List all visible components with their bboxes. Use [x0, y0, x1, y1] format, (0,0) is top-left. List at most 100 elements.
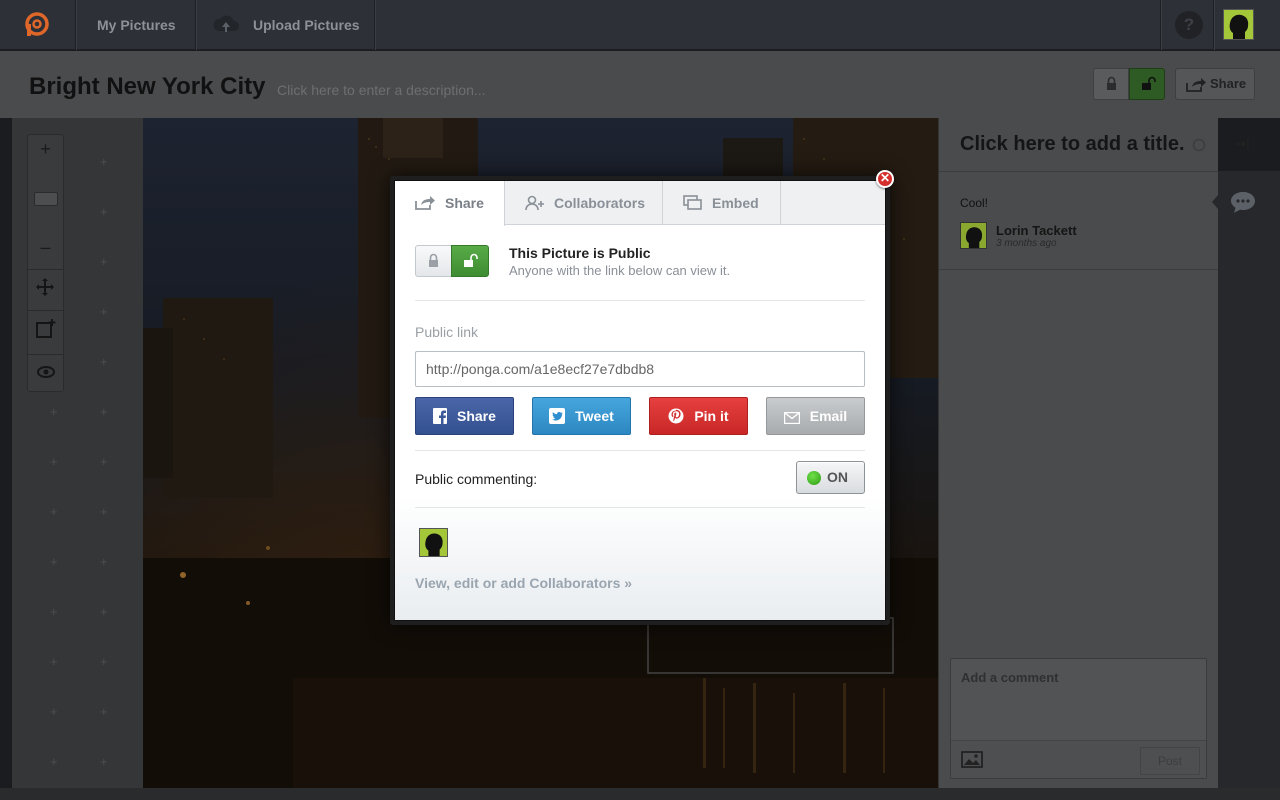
- tab-collaborators-label: Collaborators: [554, 195, 646, 211]
- panel-title[interactable]: Click here to add a title.: [960, 133, 1185, 156]
- grid-marker: +: [100, 754, 108, 769]
- post-button[interactable]: Post: [1140, 747, 1200, 775]
- pan-tool-button[interactable]: [28, 269, 63, 303]
- manage-collaborators-link[interactable]: View, edit or add Collaborators »: [415, 575, 632, 591]
- public-commenting-toggle[interactable]: ON: [796, 461, 865, 494]
- collapse-panel-icon[interactable]: [1236, 138, 1250, 150]
- divider: [374, 0, 375, 50]
- add-frame-icon: [36, 319, 56, 338]
- public-link-field[interactable]: [415, 351, 865, 387]
- commenter-name[interactable]: Lorin Tackett: [996, 223, 1077, 238]
- tab-embed[interactable]: Embed: [663, 181, 781, 225]
- comment-text: Cool!: [960, 196, 989, 210]
- zoom-slider-handle[interactable]: [34, 192, 58, 206]
- facebook-share-label: Share: [456, 408, 496, 424]
- pinterest-pin-label: Pin it: [694, 408, 729, 424]
- grid-marker: +: [100, 354, 108, 369]
- grid-marker: +: [50, 454, 58, 469]
- share-button[interactable]: Share: [1175, 68, 1255, 100]
- divider: [75, 0, 76, 50]
- spinner-icon: [1192, 138, 1206, 152]
- grid-marker: +: [100, 704, 108, 719]
- divider: [415, 300, 865, 301]
- picture-header: Bright New York City Click here to enter…: [0, 51, 1280, 118]
- divider: [415, 450, 865, 451]
- envelope-icon: [783, 411, 801, 425]
- private-toggle-button[interactable]: [1093, 68, 1129, 100]
- grid-marker: +: [100, 304, 108, 319]
- picture-title[interactable]: Bright New York City: [29, 73, 265, 101]
- cloud-upload-icon[interactable]: [212, 13, 240, 37]
- grid-marker: +: [100, 204, 108, 219]
- email-share-button[interactable]: Email: [766, 397, 865, 435]
- image-attach-icon[interactable]: [961, 751, 983, 768]
- help-button[interactable]: ?: [1175, 11, 1203, 39]
- grid-marker: +: [100, 254, 108, 269]
- tab-collaborators[interactable]: Collaborators: [505, 181, 663, 225]
- ponga-logo-icon[interactable]: [22, 10, 52, 40]
- picture-description[interactable]: Click here to enter a description...: [277, 82, 486, 98]
- divider: [195, 0, 196, 50]
- privacy-status-title: This Picture is Public: [509, 245, 651, 261]
- divider: [939, 171, 1219, 172]
- grid-marker: +: [100, 654, 108, 669]
- make-private-button[interactable]: [415, 245, 452, 277]
- embed-icon: [683, 195, 702, 210]
- public-toggle-button[interactable]: [1129, 68, 1165, 100]
- grid-marker: +: [100, 454, 108, 469]
- pointer-arrow: [1212, 195, 1218, 209]
- privacy-status-subtitle: Anyone with the link below can view it.: [509, 263, 731, 278]
- commenter-avatar[interactable]: [960, 222, 987, 249]
- nav-my-pictures[interactable]: My Pictures: [97, 0, 176, 50]
- share-modal: Share Collaborators Embed This Picture i…: [390, 176, 890, 625]
- comment-box-footer: Post: [951, 740, 1206, 778]
- add-user-icon: [525, 195, 544, 211]
- comments-toggle-strip[interactable]: [1212, 171, 1280, 788]
- add-comment-box[interactable]: Add a comment Post: [950, 658, 1207, 779]
- modal-tabs: Share Collaborators Embed: [395, 181, 885, 226]
- add-frame-button[interactable]: [28, 310, 63, 344]
- unlock-icon: [464, 253, 478, 267]
- divider: [1213, 0, 1214, 50]
- divider: [939, 269, 1219, 270]
- grid-marker: +: [50, 754, 58, 769]
- lock-icon: [1107, 76, 1116, 90]
- public-link-label: Public link: [415, 324, 479, 340]
- lock-icon: [429, 253, 438, 267]
- twitter-icon: [549, 408, 566, 424]
- facebook-share-button[interactable]: Share: [415, 397, 514, 435]
- make-public-button[interactable]: [451, 245, 489, 277]
- grid-marker: +: [100, 154, 108, 169]
- grid-marker: +: [50, 654, 58, 669]
- avatar-silhouette-icon: [425, 533, 443, 556]
- zoom-in-button[interactable]: +: [28, 139, 63, 165]
- share-icon: [415, 196, 435, 210]
- close-modal-button[interactable]: ✕: [876, 170, 894, 188]
- pinterest-pin-button[interactable]: Pin it: [649, 397, 748, 435]
- zoom-out-button[interactable]: –: [28, 237, 63, 263]
- grid-marker: +: [100, 404, 108, 419]
- move-arrows-icon: [36, 278, 54, 296]
- grid-marker: +: [50, 604, 58, 619]
- grid-marker: +: [50, 704, 58, 719]
- user-avatar[interactable]: [1223, 9, 1254, 40]
- grid-marker: +: [100, 504, 108, 519]
- collaborator-avatar[interactable]: [419, 528, 448, 557]
- divider: [1160, 0, 1161, 50]
- tab-embed-label: Embed: [712, 195, 759, 211]
- toggle-status-dot: [807, 471, 821, 485]
- share-modal-content: Share Collaborators Embed This Picture i…: [395, 181, 885, 620]
- grid-marker: +: [100, 604, 108, 619]
- add-comment-input[interactable]: Add a comment: [961, 670, 1059, 685]
- nav-upload-pictures[interactable]: Upload Pictures: [253, 0, 360, 50]
- eye-icon: [37, 366, 55, 378]
- twitter-tweet-label: Tweet: [575, 408, 614, 424]
- grid-marker: +: [50, 554, 58, 569]
- public-commenting-label: Public commenting:: [415, 471, 538, 487]
- share-icon: [1186, 78, 1206, 92]
- twitter-tweet-button[interactable]: Tweet: [532, 397, 631, 435]
- preview-button[interactable]: [28, 354, 63, 388]
- tab-share[interactable]: Share: [395, 181, 505, 226]
- email-share-label: Email: [809, 408, 848, 424]
- speech-bubble-icon[interactable]: [1230, 191, 1256, 213]
